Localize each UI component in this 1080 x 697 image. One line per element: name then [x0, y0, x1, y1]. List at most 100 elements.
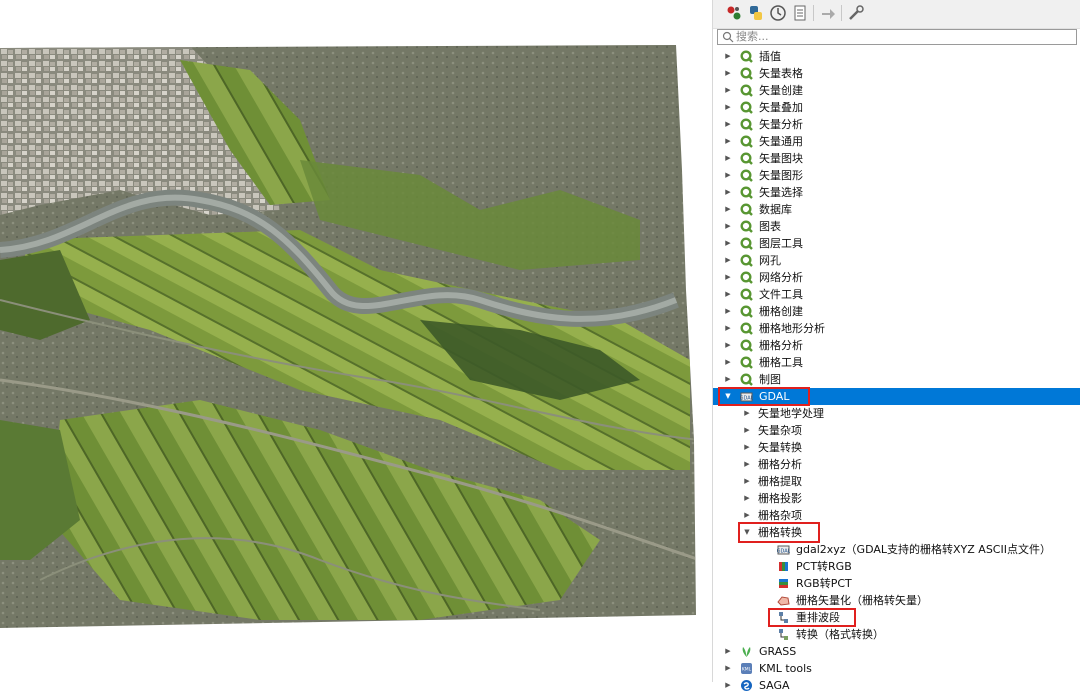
tree-algorithm[interactable]: 栅格矢量化（栅格转矢量）	[713, 592, 1080, 609]
tree-subgroup[interactable]: ▶ 栅格分析	[713, 456, 1080, 473]
expand-arrow-icon[interactable]: ▶	[742, 456, 752, 473]
search-input[interactable]: 搜索...	[717, 29, 1077, 45]
results-icon[interactable]	[791, 4, 809, 22]
tree-group[interactable]: ▶ 网孔	[713, 252, 1080, 269]
tree-subgroup[interactable]: ▶ 栅格提取	[713, 473, 1080, 490]
tree-algorithm[interactable]: PCT转RGB	[713, 558, 1080, 575]
tree-group[interactable]: ▶ 图层工具	[713, 235, 1080, 252]
tree-subgroup[interactable]: ▶ 矢量地学处理	[713, 405, 1080, 422]
expand-arrow-icon[interactable]: ▶	[723, 286, 733, 303]
tree-provider[interactable]: ▶ SAGA	[713, 677, 1080, 694]
tree-item-label: 数据库	[759, 203, 792, 216]
expand-arrow-icon[interactable]: ▶	[723, 303, 733, 320]
expand-arrow-icon[interactable]: ▶	[723, 371, 733, 388]
tree-item-label: 栅格分析	[759, 339, 803, 352]
expand-arrow-icon[interactable]: ▶	[723, 337, 733, 354]
tree-algorithm[interactable]: GDAL gdal2xyz（GDAL支持的栅格转XYZ ASCII点文件）	[713, 541, 1080, 558]
expand-arrow-icon[interactable]: ▶	[742, 439, 752, 456]
polygonize-icon	[777, 594, 790, 607]
expand-arrow-icon[interactable]: ▶	[723, 201, 733, 218]
tree-subgroup[interactable]: ▶ 栅格投影	[713, 490, 1080, 507]
search-icon	[722, 31, 734, 43]
expand-arrow-icon[interactable]: ▶	[723, 218, 733, 235]
expand-arrow-icon[interactable]: ▶	[723, 82, 733, 99]
expand-arrow-icon[interactable]: ▶	[723, 235, 733, 252]
tree-item-label: 矢量通用	[759, 135, 803, 148]
tree-item-label: 矢量分析	[759, 118, 803, 131]
expand-arrow-icon[interactable]: ▶	[723, 150, 733, 167]
tree-group[interactable]: ▶ 栅格地形分析	[713, 320, 1080, 337]
tree-group[interactable]: ▶ 矢量分析	[713, 116, 1080, 133]
expand-arrow-icon[interactable]: ▶	[723, 184, 733, 201]
tree-item-label: gdal2xyz（GDAL支持的栅格转XYZ ASCII点文件）	[796, 543, 1051, 556]
tree-group[interactable]: ▶ 矢量表格	[713, 65, 1080, 82]
tree-group[interactable]: ▶ 栅格分析	[713, 337, 1080, 354]
expand-arrow-icon[interactable]: ▶	[723, 660, 733, 677]
qgis-icon	[740, 50, 753, 63]
map-canvas[interactable]	[0, 0, 712, 682]
tree-subgroup[interactable]: ▶ 矢量转换	[713, 439, 1080, 456]
tree-item-label: 转换（格式转换）	[796, 628, 884, 641]
tree-group[interactable]: ▶ 网络分析	[713, 269, 1080, 286]
tree-group[interactable]: ▶ 矢量创建	[713, 82, 1080, 99]
tree-item-label: RGB转PCT	[796, 577, 852, 590]
toolbar-separator	[813, 5, 814, 21]
options-icon[interactable]	[847, 4, 865, 22]
tree-group[interactable]: ▶ 矢量通用	[713, 133, 1080, 150]
python-icon[interactable]	[747, 4, 765, 22]
tree-provider[interactable]: ▶ KML KML tools	[713, 660, 1080, 677]
qgis-icon	[740, 322, 753, 335]
expand-arrow-icon[interactable]: ▶	[723, 99, 733, 116]
svg-text:GDAL: GDAL	[777, 549, 790, 555]
qgis-icon	[740, 152, 753, 165]
expand-arrow-icon[interactable]: ▶	[723, 116, 733, 133]
expand-arrow-icon[interactable]: ▶	[723, 65, 733, 82]
tree-group[interactable]: ▶ 矢量选择	[713, 184, 1080, 201]
tree-group[interactable]: ▶ 文件工具	[713, 286, 1080, 303]
tree-group[interactable]: ▶ 数据库	[713, 201, 1080, 218]
tree-group[interactable]: ▶ 矢量叠加	[713, 99, 1080, 116]
tree-provider[interactable]: ▶ GRASS	[713, 643, 1080, 660]
expand-arrow-icon[interactable]: ▶	[742, 422, 752, 439]
expand-arrow-icon[interactable]: ▶	[723, 677, 733, 694]
qgis-icon	[740, 288, 753, 301]
expand-arrow-icon[interactable]: ▶	[723, 643, 733, 660]
expand-arrow-icon[interactable]: ▶	[723, 167, 733, 184]
expand-arrow-icon[interactable]: ▶	[742, 490, 752, 507]
tree-group[interactable]: ▶ 栅格创建	[713, 303, 1080, 320]
expand-arrow-icon[interactable]: ▶	[723, 269, 733, 286]
tree-group[interactable]: ▶ 插值	[713, 48, 1080, 65]
expand-arrow-icon[interactable]: ▶	[742, 473, 752, 490]
tree-group[interactable]: ▶ 矢量图块	[713, 150, 1080, 167]
tree-algorithm[interactable]: RGB转PCT	[713, 575, 1080, 592]
tree-subgroup[interactable]: ▶ 矢量杂项	[713, 422, 1080, 439]
expand-arrow-icon[interactable]: ▶	[723, 354, 733, 371]
tree-algorithm[interactable]: 转换（格式转换）	[713, 626, 1080, 643]
qgis-icon	[740, 220, 753, 233]
qgis-icon	[740, 101, 753, 114]
tree-group[interactable]: ▶ 矢量图形	[713, 167, 1080, 184]
expand-arrow-icon[interactable]: ▶	[723, 133, 733, 150]
models-icon[interactable]	[725, 4, 743, 22]
orthophoto-image	[0, 45, 696, 628]
tree-item-label: SAGA	[759, 679, 790, 692]
expand-arrow-icon[interactable]: ▶	[723, 48, 733, 65]
tree-item-label: 栅格工具	[759, 356, 803, 369]
saga-icon	[740, 679, 753, 692]
highlight-box	[768, 608, 856, 627]
tree-item-label: 网孔	[759, 254, 781, 267]
edit-in-place-icon[interactable]	[819, 4, 837, 22]
tree-group[interactable]: ▶ 图表	[713, 218, 1080, 235]
qgis-icon	[740, 67, 753, 80]
tree-item-label: PCT转RGB	[796, 560, 852, 573]
tree-group[interactable]: ▶ 制图	[713, 371, 1080, 388]
qgis-icon	[740, 305, 753, 318]
expand-arrow-icon[interactable]: ▶	[723, 320, 733, 337]
history-icon[interactable]	[769, 4, 787, 22]
tree-group[interactable]: ▶ 栅格工具	[713, 354, 1080, 371]
expand-arrow-icon[interactable]: ▶	[742, 405, 752, 422]
tree-item-label: 矢量图形	[759, 169, 803, 182]
search-placeholder: 搜索...	[736, 30, 769, 43]
expand-arrow-icon[interactable]: ▶	[723, 252, 733, 269]
grass-icon	[740, 645, 753, 658]
